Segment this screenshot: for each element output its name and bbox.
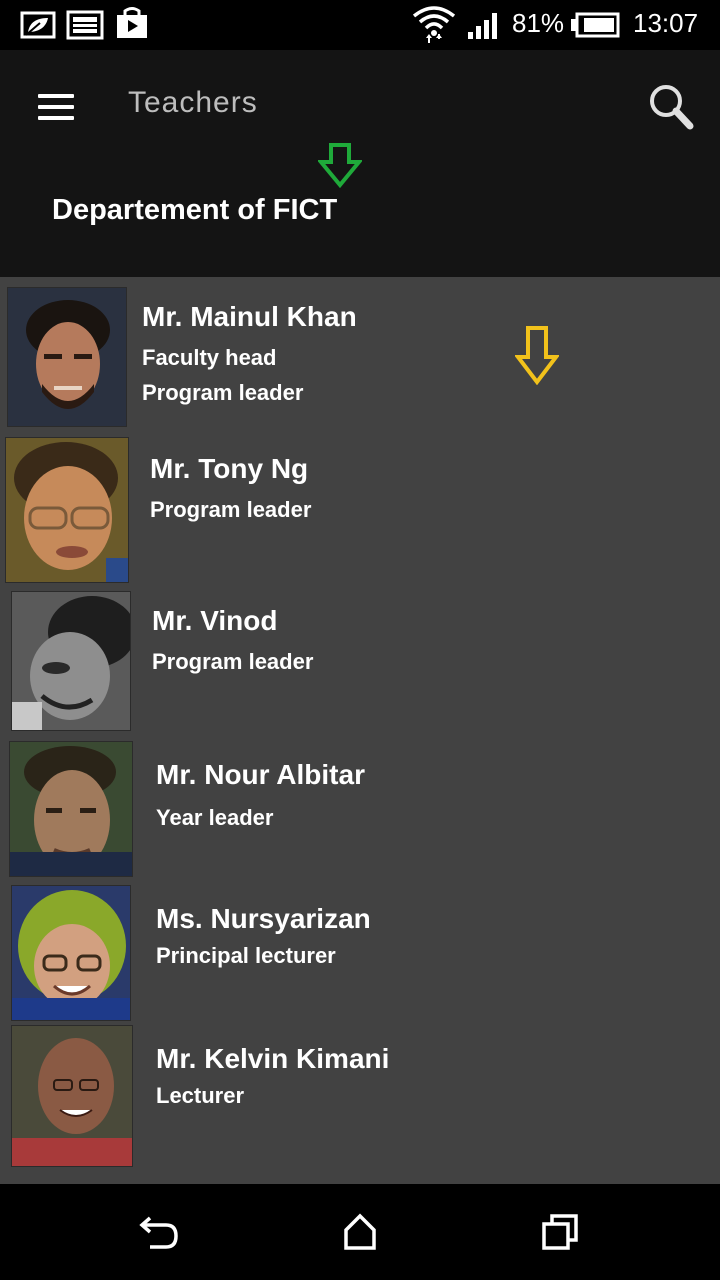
teacher-role: Year leader bbox=[156, 805, 274, 830]
battery-icon bbox=[571, 12, 620, 38]
teacher-list[interactable]: Mr. Mainul Khan Faculty head Program lea… bbox=[0, 277, 720, 1184]
avatar bbox=[11, 1025, 133, 1167]
teacher-row-nour-albitar[interactable]: Mr. Nour Albitar Year leader bbox=[0, 739, 720, 889]
teacher-row-vinod[interactable]: Mr. Vinod Program leader bbox=[0, 589, 720, 739]
wifi-icon bbox=[412, 6, 456, 43]
teacher-role: Lecturer bbox=[156, 1083, 245, 1108]
teacher-name: Ms. Nursyarizan bbox=[156, 903, 371, 934]
teacher-role: Faculty head bbox=[142, 345, 277, 370]
leaf-notification-icon bbox=[20, 11, 56, 39]
navigation-bar bbox=[0, 1184, 720, 1280]
status-bar: 81% 13:07 bbox=[0, 0, 720, 50]
avatar bbox=[11, 885, 131, 1021]
teacher-name: Mr. Kelvin Kimani bbox=[156, 1043, 390, 1074]
teacher-name: Mr. Mainul Khan bbox=[142, 301, 357, 332]
teacher-row-nursyarizan[interactable]: Ms. Nursyarizan Principal lecturer bbox=[0, 883, 720, 1033]
app-header: Teachers Departement of FICT bbox=[0, 50, 720, 277]
teacher-name: Mr. Vinod bbox=[152, 605, 278, 636]
avatar bbox=[7, 287, 127, 427]
recent-apps-icon[interactable] bbox=[538, 1212, 582, 1252]
page-title: Teachers bbox=[128, 86, 258, 119]
avatar bbox=[5, 437, 129, 583]
home-icon[interactable] bbox=[338, 1212, 382, 1252]
teacher-name: Mr. Nour Albitar bbox=[156, 759, 365, 790]
back-icon[interactable] bbox=[138, 1212, 182, 1252]
teacher-role: Program leader bbox=[152, 649, 314, 674]
teacher-row-kelvin-kimani[interactable]: Mr. Kelvin Kimani Lecturer bbox=[0, 1023, 720, 1173]
teacher-name: Mr. Tony Ng bbox=[150, 453, 309, 484]
teacher-role: Principal lecturer bbox=[156, 943, 336, 968]
hamburger-menu-icon[interactable] bbox=[38, 94, 74, 120]
battery-percent: 81% bbox=[512, 8, 565, 38]
clock: 13:07 bbox=[633, 8, 699, 38]
teacher-role: Program leader bbox=[142, 380, 304, 405]
search-icon[interactable] bbox=[646, 82, 696, 132]
avatar bbox=[11, 591, 131, 731]
avatar bbox=[9, 741, 133, 877]
shopping-bag-icon bbox=[117, 7, 147, 38]
teacher-row-mainul-khan[interactable]: Mr. Mainul Khan Faculty head Program lea… bbox=[0, 285, 720, 435]
image-notification-icon bbox=[66, 10, 104, 40]
green-arrow-down-icon bbox=[318, 143, 362, 188]
teacher-row-tony-ng[interactable]: Mr. Tony Ng Program leader bbox=[0, 435, 720, 585]
signal-icon bbox=[468, 13, 497, 39]
department-title: Departement of FICT bbox=[52, 194, 338, 226]
teacher-role: Program leader bbox=[150, 497, 312, 522]
